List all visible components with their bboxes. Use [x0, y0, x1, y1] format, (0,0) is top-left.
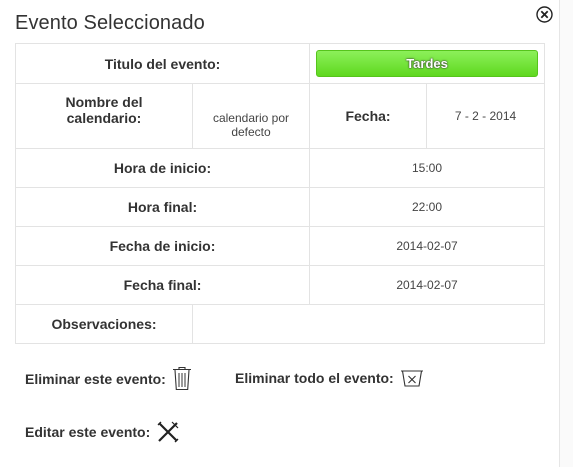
start-date-value: 2014-02-07 [309, 226, 546, 266]
dialog-title: Evento Seleccionado [15, 12, 205, 34]
edit-event-action[interactable]: Editar este evento: [25, 420, 180, 444]
date-label: Fecha: [309, 83, 428, 149]
event-dialog: Evento Seleccionado Titulo del evento: T… [0, 0, 560, 467]
end-date-value: 2014-02-07 [309, 265, 546, 305]
trash-icon[interactable] [172, 366, 192, 391]
start-time-value: 15:00 [309, 148, 546, 188]
end-time-label: Hora final: [14, 187, 311, 227]
table-row: Fecha final: 2014-02-07 [14, 265, 546, 305]
delete-event-label: Eliminar este evento: [25, 370, 166, 387]
scroll-edge [560, 0, 573, 467]
start-date-label: Fecha de inicio: [14, 226, 311, 266]
table-row: Hora final: 22:00 [14, 187, 546, 227]
date-value: 7 - 2 - 2014 [426, 83, 546, 149]
delete-all-label: Eliminar todo el evento: [235, 370, 394, 386]
end-time-value: 22:00 [309, 187, 546, 227]
table-row: Observaciones: [15, 304, 546, 344]
trash-x-icon[interactable] [400, 368, 424, 388]
start-time-label: Hora de inicio: [14, 148, 311, 188]
table-row: Nombre del calendario: calendario por de… [15, 83, 546, 149]
edit-event-label: Editar este evento: [25, 424, 151, 440]
event-title-badge: Tardes [316, 50, 539, 77]
pencil-cross-icon[interactable] [156, 420, 180, 444]
notes-value [191, 304, 546, 344]
table-row: Titulo del evento: Tardes [14, 43, 546, 84]
table-row: Hora de inicio: 15:00 [14, 148, 546, 188]
delete-event-action[interactable]: Eliminar este evento: [25, 366, 192, 391]
event-details-table: Titulo del evento: Tardes Nombre del cal… [14, 43, 546, 344]
calendar-value: calendario por defecto [191, 83, 311, 149]
end-date-label: Fecha final: [14, 265, 311, 305]
title-label: Titulo del evento: [14, 43, 311, 84]
delete-all-events-action[interactable]: Eliminar todo el evento: [235, 368, 424, 388]
calendar-label: Nombre del calendario: [15, 83, 193, 149]
close-icon[interactable] [536, 6, 553, 23]
notes-label: Observaciones: [15, 304, 193, 344]
table-row: Fecha de inicio: 2014-02-07 [14, 226, 546, 266]
